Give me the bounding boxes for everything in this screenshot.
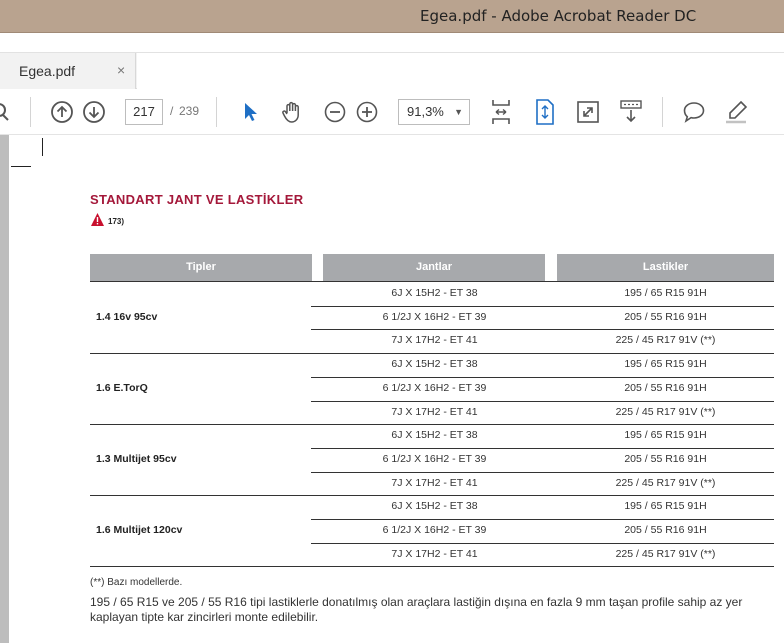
text-cursor (42, 138, 43, 156)
header-jantlar: Jantlar (323, 254, 545, 281)
page-total: 239 (179, 104, 200, 118)
group-rule (90, 495, 774, 497)
row-rule (311, 542, 774, 544)
row-rule (311, 447, 774, 449)
row-rule (311, 471, 774, 473)
row-rule (311, 329, 774, 331)
tip-label: 1.6 Multijet 120cv (96, 523, 183, 536)
jant-cell: 7J X 17H2 - ET 41 (391, 334, 478, 347)
lastik-cell: 205 / 55 R16 91H (624, 310, 707, 323)
tip-label: 1.4 16v 95cv (96, 310, 158, 323)
lastik-cell: 225 / 45 R17 91V (**) (615, 476, 716, 489)
group-rule (90, 424, 774, 426)
toolbar: 217 / 239 91,3% ▼ (0, 89, 784, 135)
page-heading: STANDART JANT VE LASTİKLER (90, 192, 304, 207)
page-separator: / (170, 104, 174, 118)
page-number-input[interactable]: 217 (125, 99, 163, 125)
jant-cell: 7J X 17H2 - ET 41 (391, 476, 478, 489)
jant-cell: 6J X 15H2 - ET 38 (391, 287, 478, 299)
pen-icon[interactable] (722, 98, 750, 126)
lastik-cell: 195 / 65 R15 91H (624, 500, 707, 513)
lastik-cell: 225 / 45 R17 91V (**) (615, 405, 716, 418)
row-rule (311, 376, 774, 378)
lastik-cell: 205 / 55 R16 91H (624, 381, 707, 394)
lastik-cell: 195 / 65 R15 91H (624, 429, 707, 442)
jant-cell: 6J X 15H2 - ET 38 (391, 429, 478, 442)
jant-cell: 6J X 15H2 - ET 38 (391, 500, 478, 513)
tab-bar-empty (137, 53, 784, 89)
lastik-cell: 205 / 55 R16 91H (624, 452, 707, 465)
jant-cell: 6J X 15H2 - ET 38 (391, 358, 478, 371)
footnote: (**) Bazı modellerde. (90, 577, 183, 588)
select-arrow-icon[interactable] (236, 98, 264, 126)
title-bar: Egea.pdf - Adobe Acrobat Reader DC (0, 0, 784, 33)
tab-egea-pdf[interactable]: Egea.pdf × (0, 53, 136, 89)
jant-cell: 6 1/2J X 16H2 - ET 39 (382, 310, 487, 323)
comment-icon[interactable] (680, 98, 708, 126)
document-view[interactable]: STANDART JANT VE LASTİKLER 173) Tipler J… (0, 135, 784, 643)
tip-label: 1.3 Multijet 95cv (96, 452, 177, 465)
table-rule (90, 281, 774, 282)
lastik-cell: 205 / 55 R16 91H (624, 524, 707, 536)
body-paragraph: 195 / 65 R15 ve 205 / 55 R16 tipi lastik… (90, 595, 743, 624)
toolbar-separator (30, 97, 31, 127)
tab-bar: Egea.pdf × (0, 33, 784, 89)
page-down-icon[interactable] (80, 98, 108, 126)
jant-cell: 7J X 17H2 - ET 41 (391, 547, 478, 560)
page-up-icon[interactable] (48, 98, 76, 126)
menu-strip (0, 33, 784, 53)
jant-cell: 7J X 17H2 - ET 41 (391, 405, 478, 418)
read-mode-icon[interactable] (617, 98, 645, 126)
hand-icon[interactable] (278, 98, 306, 126)
lastik-cell: 195 / 65 R15 91H (624, 358, 707, 371)
jant-cell: 6 1/2J X 16H2 - ET 39 (382, 381, 487, 394)
close-icon[interactable]: × (117, 62, 125, 78)
search-icon[interactable] (0, 98, 16, 126)
chevron-down-icon: ▼ (454, 107, 463, 117)
header-lastikler: Lastikler (557, 254, 774, 281)
jant-cell: 6 1/2J X 16H2 - ET 39 (382, 452, 487, 465)
zoom-value: 91,3% (407, 104, 444, 119)
tab-label: Egea.pdf (19, 63, 76, 79)
row-rule (311, 519, 774, 520)
group-rule (90, 566, 774, 568)
lastik-cell: 225 / 45 R17 91V (**) (615, 547, 716, 560)
row-rule (311, 305, 774, 307)
toolbar-separator (216, 97, 217, 127)
left-panel-edge[interactable] (0, 135, 9, 643)
warning-reference: 173) (108, 217, 125, 226)
header-tipler: Tipler (90, 254, 312, 281)
warning-icon (90, 212, 105, 232)
row-rule (311, 400, 774, 402)
fullscreen-icon[interactable] (574, 98, 602, 126)
window-title: Egea.pdf - Adobe Acrobat Reader DC (420, 7, 697, 25)
zoom-out-icon[interactable] (321, 98, 349, 126)
crop-mark (11, 166, 31, 167)
fit-page-icon[interactable] (487, 98, 515, 126)
zoom-in-icon[interactable] (353, 98, 381, 126)
lastik-cell: 195 / 65 R15 91H (624, 287, 707, 299)
toolbar-separator (662, 97, 663, 127)
jant-cell: 6 1/2J X 16H2 - ET 39 (382, 524, 487, 536)
lastik-cell: 225 / 45 R17 91V (**) (615, 334, 716, 347)
tip-label: 1.6 E.TorQ (96, 381, 148, 394)
group-rule (90, 353, 774, 355)
scroll-mode-icon[interactable] (531, 98, 559, 126)
zoom-select[interactable]: 91,3% ▼ (398, 99, 470, 125)
